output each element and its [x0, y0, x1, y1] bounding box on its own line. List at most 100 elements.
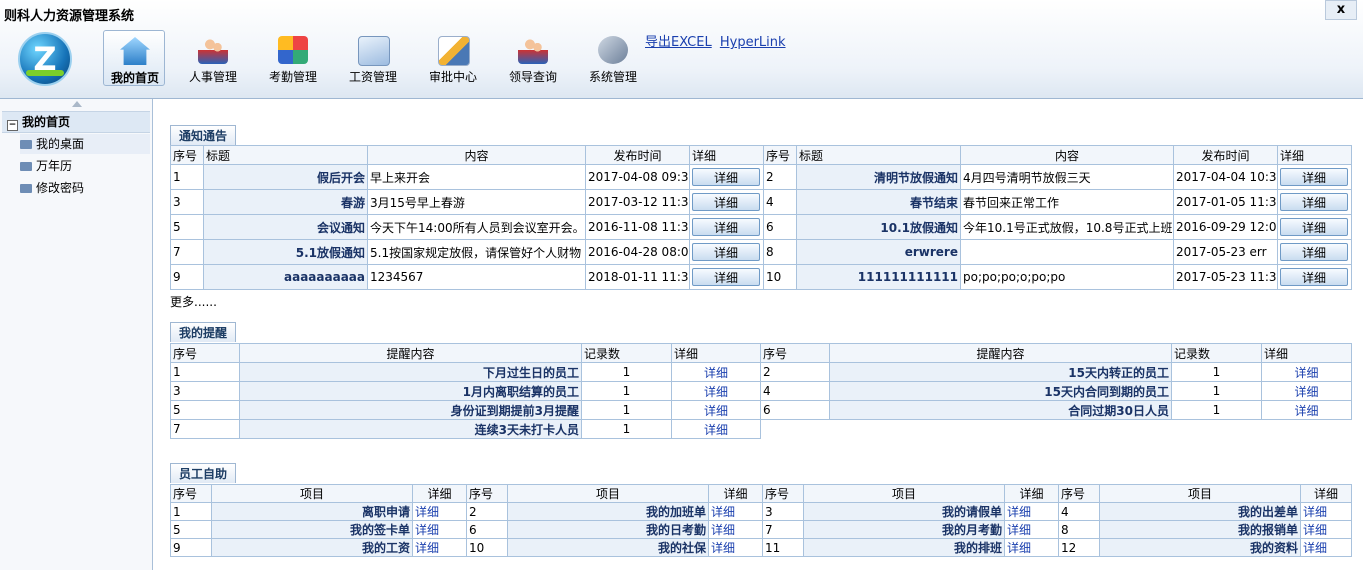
table-row: 3 春游 3月15号早上春游 2017-03-12 11:32 详细 4 春节结… — [170, 189, 1352, 215]
detail-link[interactable]: 详细 — [1261, 381, 1352, 401]
cell-title[interactable]: 10.1放假通知 — [796, 214, 961, 240]
hyperlink-link[interactable]: HyperLink — [720, 35, 786, 50]
detail-link[interactable]: 详细 — [1261, 400, 1352, 420]
cell-title[interactable]: 春游 — [203, 189, 368, 215]
detail-link[interactable]: 详细 — [1261, 362, 1352, 382]
table-header: 序号 标题 内容 发布时间 详细 序号 标题 内容 发布时间 详细 — [170, 145, 1352, 165]
detail-link[interactable]: 详细 — [671, 419, 761, 439]
detail-button[interactable]: 详细 — [1280, 193, 1348, 211]
nav-home[interactable]: 我的首页 — [103, 30, 165, 86]
detail-button[interactable]: 详细 — [692, 193, 760, 211]
cell-time: 2018-01-11 11:32 — [585, 264, 690, 290]
settings-icon — [598, 36, 628, 64]
cell-content: 1月内离职结算的员工 — [239, 381, 582, 401]
cell-title[interactable]: 春节结束 — [796, 189, 961, 215]
table-row: 3 1月内离职结算的员工 1 详细 4 15天内合同到期的员工 1 详细 — [170, 381, 1352, 401]
sidebar-head[interactable]: − 我的首页 — [2, 111, 150, 133]
table-row: 5 身份证到期提前3月提醒 1 详细 6 合同过期30日人员 1 详细 — [170, 400, 1352, 420]
detail-button[interactable]: 详细 — [1280, 243, 1348, 261]
detail-link[interactable]: 详细 — [1300, 538, 1352, 557]
nav-salary[interactable]: 工资管理 — [342, 30, 404, 86]
cell-no: 5 — [170, 520, 212, 539]
cell-item: 我的加班单 — [507, 502, 709, 521]
cell-title[interactable]: erwrere — [796, 239, 961, 265]
detail-button[interactable]: 详细 — [1280, 268, 1348, 286]
nav-label: 我的首页 — [110, 71, 159, 85]
reminder-tab[interactable]: 我的提醒 — [170, 322, 237, 342]
nav-attendance[interactable]: 考勤管理 — [262, 30, 324, 86]
scroll-up-icon[interactable] — [72, 101, 82, 107]
sidebar-item-calendar[interactable]: 万年历 — [20, 156, 72, 176]
nav-approval[interactable]: 审批中心 — [422, 30, 484, 86]
close-button[interactable]: x — [1325, 0, 1357, 20]
cell-time: 2017-03-12 11:32 — [585, 189, 690, 215]
detail-link[interactable]: 详细 — [671, 400, 761, 420]
nav-leader-query[interactable]: 领导查询 — [502, 30, 564, 86]
cell-content: 5.1按国家规定放假，请保管好个人财物 — [367, 239, 586, 265]
cell-item: 我的资料 — [1099, 538, 1301, 557]
detail-link[interactable]: 详细 — [671, 381, 761, 401]
cell-no: 2 — [763, 164, 797, 190]
cell-title[interactable]: 111111111111 — [796, 264, 961, 290]
detail-link[interactable]: 详细 — [1004, 520, 1059, 539]
detail-button[interactable]: 详细 — [692, 218, 760, 236]
nav-system[interactable]: 系统管理 — [582, 30, 644, 86]
sidebar-head-label: 我的首页 — [22, 115, 71, 129]
selfhelp-tab[interactable]: 员工自助 — [170, 463, 237, 483]
detail-link[interactable]: 详细 — [1300, 502, 1352, 521]
sidebar: − 我的首页 我的桌面 万年历 修改密码 — [0, 99, 153, 570]
detail-link[interactable]: 详细 — [1004, 538, 1059, 557]
detail-button[interactable]: 详细 — [1280, 218, 1348, 236]
detail-link[interactable]: 详细 — [671, 362, 761, 382]
cell-time: 2017-04-04 10:32 — [1173, 164, 1278, 190]
col-title: 标题 — [796, 145, 961, 165]
col-no: 序号 — [170, 145, 204, 165]
sidebar-item-label: 我的桌面 — [36, 137, 85, 151]
detail-link[interactable]: 详细 — [412, 502, 467, 521]
export-excel-link[interactable]: 导出EXCEL — [645, 35, 712, 50]
sidebar-item-desktop[interactable]: 我的桌面 — [20, 134, 150, 154]
cell-no: 3 — [762, 502, 804, 521]
more-link[interactable]: 更多...... — [170, 293, 217, 310]
sidebar-item-label: 万年历 — [36, 159, 73, 173]
table-row: 7 连续3天未打卡人员 1 详细 — [170, 419, 1352, 439]
notice-tab[interactable]: 通知通告 — [170, 125, 237, 145]
col-no: 序号 — [1058, 484, 1100, 503]
cell-title[interactable]: aaaaaaaaaa — [203, 264, 368, 290]
detail-link[interactable]: 详细 — [708, 538, 763, 557]
collapse-toggle-icon[interactable]: − — [7, 120, 18, 131]
cell-time: 2017-04-08 09:32 — [585, 164, 690, 190]
col-no: 序号 — [760, 343, 830, 363]
detail-button[interactable]: 详细 — [1280, 168, 1348, 186]
detail-link[interactable]: 详细 — [1004, 502, 1059, 521]
cell-content: 3月15号早上春游 — [367, 189, 586, 215]
cell-content: 今天下午14:00所有人员到会议室开会。 — [367, 214, 586, 240]
cell-content: 合同过期30日人员 — [829, 400, 1172, 420]
detail-button[interactable]: 详细 — [692, 268, 760, 286]
cell-title[interactable]: 假后开会 — [203, 164, 368, 190]
nav-label: 审批中心 — [428, 70, 477, 84]
nav-personnel[interactable]: 人事管理 — [182, 30, 244, 86]
cell-count: 1 — [581, 419, 672, 439]
nav-label: 系统管理 — [588, 70, 637, 84]
detail-button[interactable]: 详细 — [692, 168, 760, 186]
col-content: 提醒内容 — [829, 343, 1172, 363]
detail-link[interactable]: 详细 — [1300, 520, 1352, 539]
nav-label: 人事管理 — [188, 70, 237, 84]
cell-no: 2 — [466, 502, 508, 521]
cell-no: 10 — [763, 264, 797, 290]
col-count: 记录数 — [1171, 343, 1262, 363]
cell-title[interactable]: 5.1放假通知 — [203, 239, 368, 265]
cell-count: 1 — [1171, 381, 1262, 401]
detail-link[interactable]: 详细 — [708, 502, 763, 521]
cell-title[interactable]: 会议通知 — [203, 214, 368, 240]
detail-link[interactable]: 详细 — [708, 520, 763, 539]
cell-title[interactable]: 清明节放假通知 — [796, 164, 961, 190]
detail-link[interactable]: 详细 — [412, 538, 467, 557]
sidebar-item-password[interactable]: 修改密码 — [20, 178, 84, 198]
col-detail: 详细 — [1004, 484, 1059, 503]
table-row: 1 假后开会 早上来开会 2017-04-08 09:32 详细 2 清明节放假… — [170, 164, 1352, 190]
cell-item: 我的排班 — [803, 538, 1005, 557]
detail-button[interactable]: 详细 — [692, 243, 760, 261]
detail-link[interactable]: 详细 — [412, 520, 467, 539]
